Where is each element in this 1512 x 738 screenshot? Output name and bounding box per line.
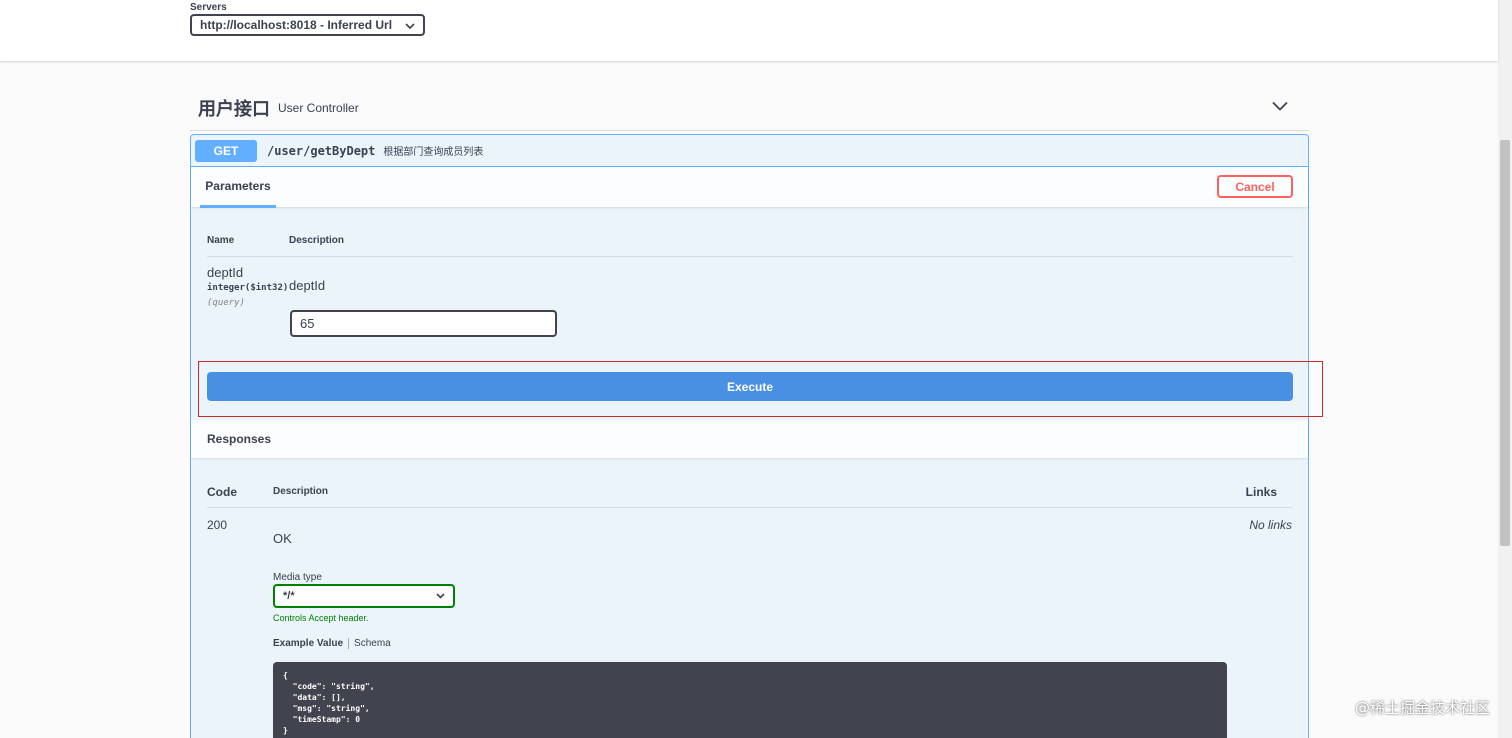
example-tabs: Example Value Schema <box>273 638 391 649</box>
param-description: deptId <box>289 278 326 293</box>
media-type-value: */* <box>283 590 295 602</box>
chevron-down-icon[interactable] <box>1272 98 1288 116</box>
tab-parameters[interactable]: Parameters <box>200 167 276 208</box>
column-code-header: Code <box>207 485 237 499</box>
tag-header[interactable]: 用户接口 User Controller <box>190 86 1308 131</box>
servers-label: Servers <box>190 2 227 13</box>
responses-header: Responses <box>191 420 1308 458</box>
param-name: deptId <box>207 265 244 280</box>
column-description-header: Description <box>289 235 345 246</box>
content-area: 用户接口 User Controller GET /user/getByDept… <box>0 61 1498 738</box>
deptid-input[interactable] <box>290 310 557 337</box>
servers-bar: Servers http://localhost:8018 - Inferred… <box>0 0 1498 61</box>
chevron-down-icon <box>436 590 445 602</box>
operation-path: /user/getByDept <box>267 143 376 158</box>
chevron-down-icon <box>405 18 415 32</box>
tag-title: 用户接口 <box>198 99 270 120</box>
swagger-page: Servers http://localhost:8018 - Inferred… <box>0 0 1512 738</box>
operation-block: GET /user/getByDept 根据部门查询成员列表 Parameter… <box>190 134 1323 738</box>
media-type-select[interactable]: */* <box>273 584 455 608</box>
response-links: No links <box>1249 518 1292 532</box>
scrollbar[interactable] <box>1498 0 1512 738</box>
parameters-header: Parameters Cancel <box>191 167 1308 208</box>
response-code: 200 <box>207 518 228 532</box>
column-links-header: Links <box>1245 485 1277 499</box>
column-name-header: Name <box>207 235 235 246</box>
response-description: OK <box>273 531 292 546</box>
divider <box>207 256 1293 257</box>
cancel-button[interactable]: Cancel <box>1217 175 1293 198</box>
tab-example-value[interactable]: Example Value <box>273 638 343 649</box>
tab-schema[interactable]: Schema <box>354 638 391 649</box>
example-code-block: { "code": "string", "data": [], "msg": "… <box>273 662 1227 738</box>
column-description-header: Description <box>273 486 329 497</box>
watermark: @稀土掘金技术社区 <box>1354 699 1490 717</box>
method-badge: GET <box>195 139 257 162</box>
operation-summary[interactable]: GET /user/getByDept 根据部门查询成员列表 <box>191 135 1308 167</box>
param-type: integer($int32) <box>207 283 289 293</box>
execute-highlight-box <box>198 361 1323 417</box>
divider <box>207 507 1293 508</box>
param-location: (query) <box>207 298 245 308</box>
media-type-note: Controls Accept header. <box>273 613 369 623</box>
operation-summary-text: 根据部门查询成员列表 <box>383 147 484 158</box>
divider <box>348 638 350 649</box>
tag-description: User Controller <box>278 101 359 115</box>
media-type-label: Media type <box>273 572 322 583</box>
scrollbar-thumb[interactable] <box>1500 140 1510 546</box>
server-select[interactable]: http://localhost:8018 - Inferred Url <box>190 14 425 36</box>
responses-title: Responses <box>207 432 272 446</box>
server-select-value: http://localhost:8018 - Inferred Url <box>200 18 393 32</box>
